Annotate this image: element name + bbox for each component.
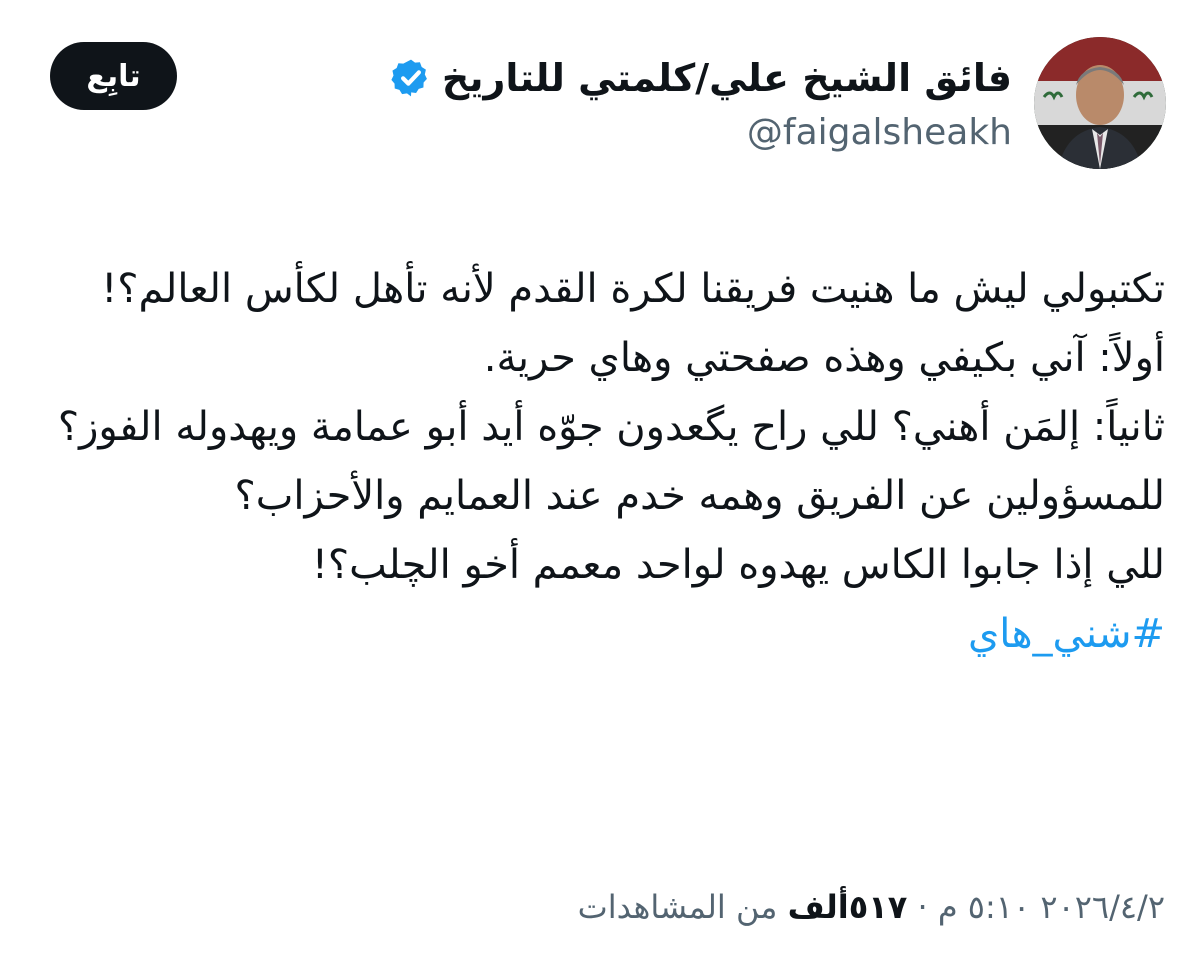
author-block: فائق الشيخ علي/كلمتي للتاريخ @faigalshea…	[312, 50, 1012, 153]
author-handle[interactable]: @faigalsheakh	[312, 112, 1012, 153]
tweet-line: للمسؤولين عن الفريق وهمه خدم عند العمايم…	[234, 473, 1165, 519]
views-label: من المشاهدات	[577, 888, 778, 926]
tweet-text: تكتبولي ليش ما هنيت فريقنا لكرة القدم لأ…	[40, 255, 1165, 669]
tweet: فائق الشيخ علي/كلمتي للتاريخ @faigalshea…	[0, 0, 1200, 979]
views-count[interactable]: ٥١٧ألف	[788, 888, 908, 926]
tweet-line: للي إذا جابوا الكاس يهدوه لواحد معمم أخو…	[311, 542, 1165, 588]
tweet-date[interactable]: ٢٠٢٦/٤/٢	[1040, 888, 1165, 926]
verified-badge-icon[interactable]	[390, 57, 432, 99]
tweet-line: تكتبولي ليش ما هنيت فريقنا لكرة القدم لأ…	[101, 266, 1165, 312]
tweet-meta: ٢٠٢٦/٤/٢ ٥:١٠ م · ٥١٧ألف من المشاهدات	[578, 888, 1165, 926]
display-name[interactable]: فائق الشيخ علي/كلمتي للتاريخ	[442, 56, 1012, 100]
author-name-row: فائق الشيخ علي/كلمتي للتاريخ	[312, 50, 1012, 106]
avatar[interactable]	[1034, 37, 1166, 169]
tweet-line: أولاً: آني بكيفي وهذه صفحتي وهاي حرية.	[483, 335, 1165, 381]
follow-button[interactable]: تابِع	[50, 42, 177, 110]
tweet-line: ثانياً: إلمَن أهني؟ للي راح يگعدون جوّه …	[57, 404, 1165, 450]
avatar-image	[1034, 37, 1166, 169]
meta-separator: ·	[917, 888, 928, 926]
tweet-time[interactable]: ٥:١٠ م	[938, 888, 1030, 926]
hashtag-link[interactable]: #شني_هاي	[968, 611, 1165, 657]
